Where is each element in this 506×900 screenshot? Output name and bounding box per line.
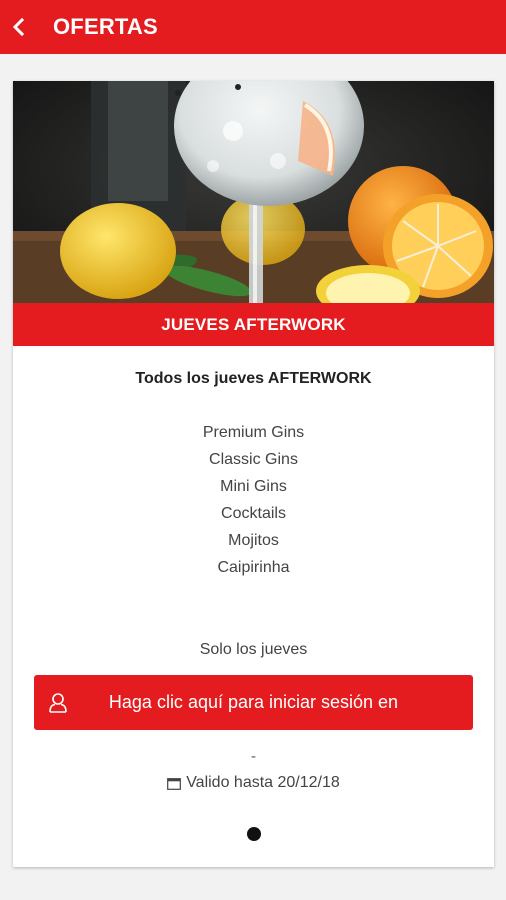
list-item: Cocktails: [221, 505, 286, 522]
app-bar: OFERTAS: [0, 0, 506, 54]
offer-heading: Todos los jueves AFTERWORK: [135, 370, 372, 387]
offer-title-banner: JUEVES AFTERWORK: [13, 303, 494, 346]
chevron-left-icon: [12, 17, 25, 37]
page-title: OFERTAS: [53, 14, 158, 39]
list-item: Caipirinha: [217, 559, 290, 576]
separator-dash: -: [251, 748, 256, 765]
list-item: Mini Gins: [220, 478, 287, 495]
login-button[interactable]: Haga clic aquí para iniciar sesión en: [34, 675, 473, 730]
back-button[interactable]: [2, 0, 36, 54]
list-item: Premium Gins: [202, 424, 305, 441]
login-button-label: Haga clic aquí para iniciar sesión en: [108, 692, 399, 712]
valid-until-text: Valido hasta 20/12/18: [186, 774, 340, 791]
offer-image: [13, 81, 494, 303]
page-indicator-dot[interactable]: [247, 827, 261, 841]
calendar-icon: [167, 778, 182, 790]
offer-items-list: Premium Gins Classic Gins Mini Gins Cock…: [13, 423, 494, 585]
list-item: Mojitos: [228, 532, 279, 549]
offer-note: Solo los jueves: [199, 641, 308, 658]
list-item: Classic Gins: [209, 451, 298, 468]
user-icon: [49, 693, 67, 713]
validity-row: Valido hasta 20/12/18: [13, 774, 494, 792]
offer-card: JUEVES AFTERWORK Todos los jueves AFTERW…: [13, 81, 494, 867]
